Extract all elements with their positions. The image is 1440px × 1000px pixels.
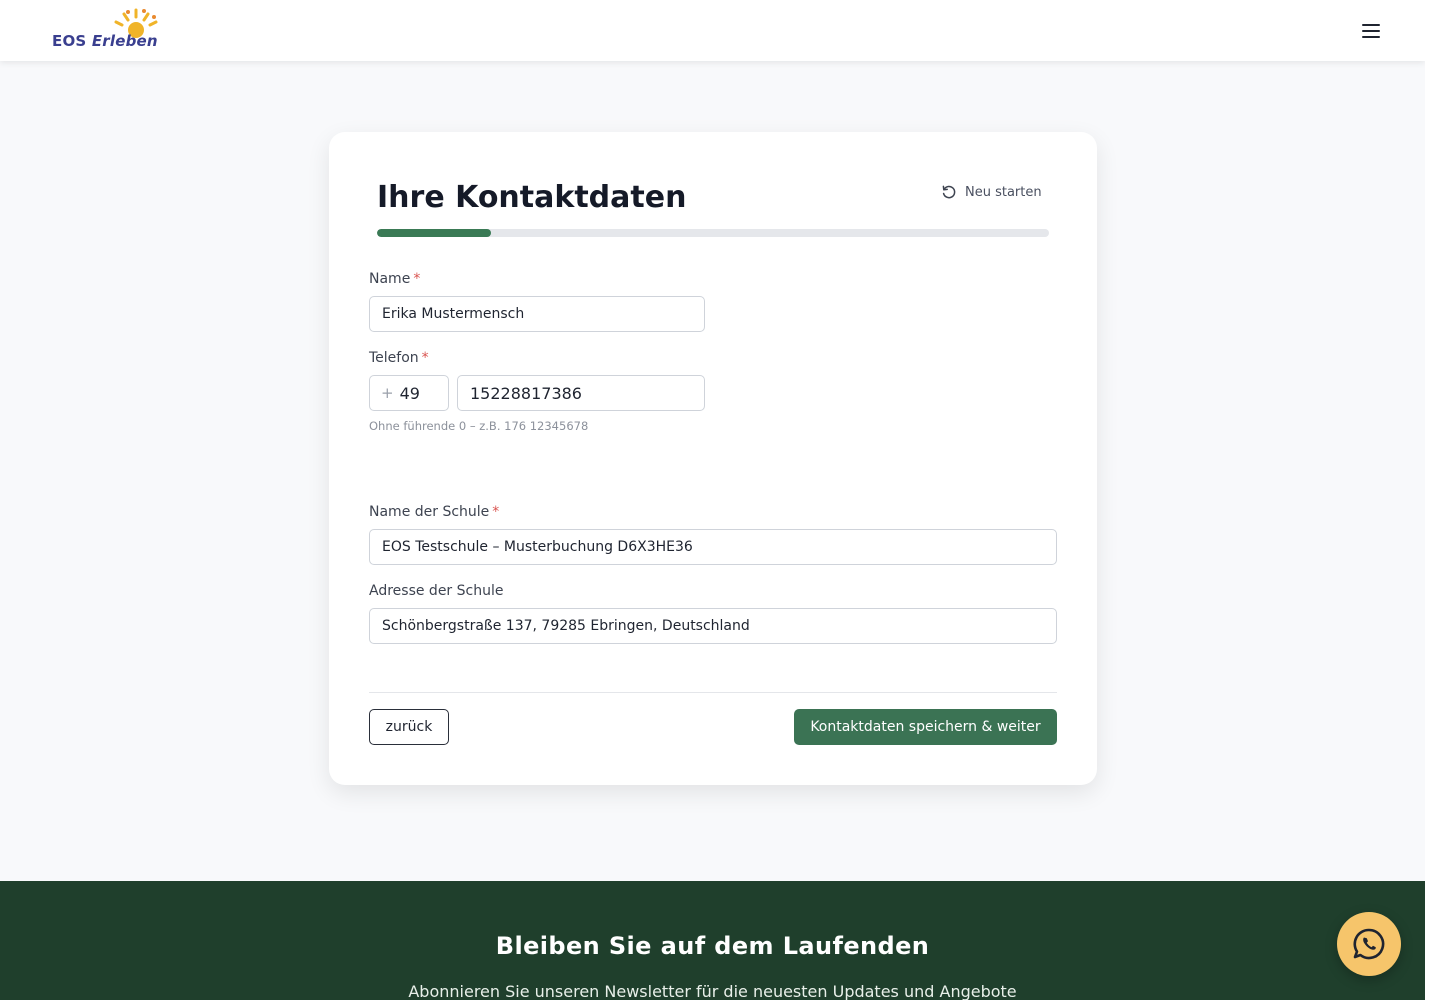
school-address-input[interactable] [369,608,1057,644]
phone-label: Telefon * [369,350,429,366]
hamburger-icon-line [1362,36,1380,38]
plus-icon: + [381,384,394,402]
logo-word-erleben: Erleben [91,32,158,50]
required-marker: * [421,350,429,366]
newsletter-footer: Bleiben Sie auf dem Laufenden Abonnieren… [0,881,1425,1000]
progress-bar-fill [377,229,492,237]
page-title: Ihre Kontaktdaten [377,180,687,215]
back-button[interactable]: zurück [369,709,449,745]
newsletter-subtitle: Abonnieren Sie unseren Newsletter für di… [408,982,1017,1000]
restart-button[interactable]: Neu starten [941,184,1042,200]
required-marker: * [492,504,500,520]
name-input[interactable] [369,296,705,332]
school-name-label: Name der Schule * [369,504,499,520]
school-name-input[interactable] [369,529,1057,565]
country-code-input[interactable] [399,383,440,403]
top-header: EOS Erleben [0,0,1425,61]
newsletter-title: Bleiben Sie auf dem Laufenden [495,932,930,960]
school-address-label-text: Adresse der Schule [369,583,504,599]
scrollbar[interactable] [1425,0,1440,1000]
hamburger-icon-line [1362,30,1380,32]
save-and-continue-button[interactable]: Kontaktdaten speichern & weiter [794,709,1057,745]
phone-label-text: Telefon [369,350,419,366]
logo-wordmark: EOS Erleben [52,32,158,50]
hamburger-icon [1362,24,1380,26]
refresh-icon [942,185,956,199]
name-label: Name * [369,271,420,287]
school-name-label-text: Name der Schule [369,504,490,520]
logo[interactable]: EOS Erleben [52,8,164,54]
restart-label: Neu starten [965,184,1042,200]
whatsapp-icon [1353,928,1385,960]
form-divider [369,692,1057,693]
menu-button[interactable] [1358,20,1384,42]
country-code-field[interactable]: + [369,375,449,411]
page: EOS Erleben Ihre Kontaktdaten Neu starte… [0,0,1440,1000]
phone-number-input[interactable] [457,375,705,411]
logo-word-eos: EOS [52,32,87,50]
required-marker: * [413,271,421,287]
contact-form-card: Ihre Kontaktdaten Neu starten Name* Tele… [329,132,1097,785]
phone-hint: Ohne führende 0 – z.B. 176 12345678 [369,419,589,433]
name-label-text: Name [369,271,411,287]
progress-bar [377,229,1049,237]
whatsapp-button[interactable] [1337,912,1401,976]
school-address-label: Adresse der Schule [369,583,503,599]
